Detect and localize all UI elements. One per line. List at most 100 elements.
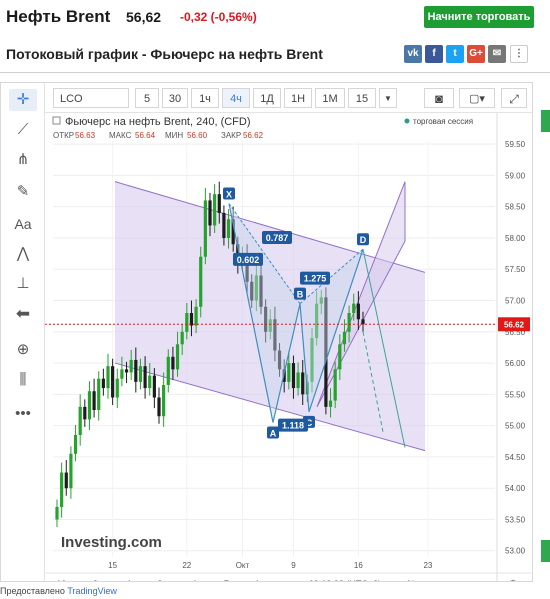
email-share-icon[interactable]: ✉ — [488, 45, 506, 63]
candle-body — [148, 375, 152, 389]
text-tool-icon[interactable]: Aa — [9, 213, 37, 235]
page: { "header": { "instrument": "Нефть Brent… — [0, 0, 550, 599]
more-share-icon[interactable]: ⋮ — [510, 45, 528, 63]
chart-section-title: Потоковый график - Фьючерс на нефть Bren… — [6, 46, 323, 62]
price-chart[interactable]: 53.0053.5054.0054.5055.0055.5056.0056.50… — [45, 113, 532, 590]
candle-body — [97, 378, 101, 410]
more-tools-icon[interactable]: ••• — [9, 403, 37, 425]
ohlc-value: 56.62 — [243, 131, 264, 140]
scale-option: авто — [470, 579, 489, 581]
y-tick-label: 57.50 — [505, 265, 526, 274]
candle-body — [143, 366, 147, 389]
interval-1d[interactable]: 1Д — [253, 88, 281, 108]
zoom-icon[interactable]: ⊕ — [9, 339, 37, 361]
symbol-input[interactable]: LCO — [53, 88, 129, 108]
measure-tool-icon[interactable]: ⊥ — [9, 273, 37, 295]
y-tick-label: 54.00 — [505, 484, 526, 493]
candle-body — [338, 344, 342, 370]
crosshair-icon[interactable]: ✛ — [9, 89, 37, 111]
instrument-name: Нефть Brent — [6, 7, 111, 26]
side-ad-strip — [541, 110, 550, 132]
candle-body — [120, 369, 124, 379]
ohlc-label: ЗАКР — [221, 131, 241, 140]
x-tick-label: 22 — [182, 561, 191, 570]
candle-body — [69, 453, 73, 489]
interval-1h[interactable]: 1ч — [191, 88, 219, 108]
y-tick-label: 53.00 — [505, 547, 526, 556]
y-tick-label: 58.50 — [505, 203, 526, 212]
range-button: 7д — [224, 579, 235, 581]
candle-body — [111, 366, 115, 398]
drawing-toolbar: ✛ ⟋ ⋔ ✎ Aa ⋀ ⊥ ⬅ ⊕ ⫼ ••• — [1, 83, 45, 581]
candle-body — [87, 391, 92, 420]
interval-1w[interactable]: 1Н — [284, 88, 312, 108]
session-label: торговая сессия — [413, 117, 473, 126]
y-tick-label: 56.00 — [505, 359, 526, 368]
start-trading-button[interactable]: Начните торговать — [424, 6, 534, 28]
candle-body — [171, 356, 175, 370]
ohlc-value: 56.64 — [135, 131, 156, 140]
ruler-icon[interactable]: ⫼ — [9, 369, 37, 391]
candle-body — [352, 303, 356, 314]
pattern-tool-icon[interactable]: ⋀ — [9, 243, 37, 265]
ohlc-label: МАКС — [109, 131, 132, 140]
candle-body — [60, 472, 64, 507]
candle-body — [361, 319, 365, 325]
scale-option: % — [407, 579, 415, 581]
y-tick-label: 57.00 — [505, 297, 526, 306]
side-ad-strip-bottom — [541, 540, 550, 562]
fullscreen-icon[interactable]: ⤢ — [501, 88, 527, 108]
facebook-share-icon[interactable]: f — [425, 45, 443, 63]
candle-body — [342, 331, 347, 345]
interval-5[interactable]: 5 — [135, 88, 159, 108]
interval-4h[interactable]: 4ч — [222, 88, 250, 108]
x-tick-label: 16 — [354, 561, 363, 570]
tradingview-link[interactable]: TradingView — [67, 586, 117, 596]
vk-share-icon[interactable]: vk — [404, 45, 422, 63]
pattern-point-label: X — [226, 190, 232, 200]
price-change: -0,32 (-0,56%) — [180, 10, 257, 24]
pattern-point-label: A — [270, 429, 277, 439]
interval-30[interactable]: 30 — [162, 88, 188, 108]
candle-body — [101, 378, 105, 389]
interval-dropdown-icon[interactable]: ▼ — [379, 88, 397, 108]
back-arrow-icon[interactable]: ⬅ — [9, 303, 37, 325]
candle-body — [226, 219, 231, 238]
candle-body — [106, 366, 110, 389]
candle-body — [129, 359, 133, 373]
brush-icon[interactable]: ✎ — [9, 181, 37, 203]
candle-body — [78, 406, 82, 436]
interval-1m[interactable]: 1М — [315, 88, 345, 108]
candle-body — [138, 366, 143, 382]
y-tick-label: 55.00 — [505, 422, 526, 431]
camera-icon[interactable]: ◙ — [424, 88, 454, 108]
investing-watermark: Investing.com — [61, 534, 162, 551]
color-picker-button[interactable]: ▢▾ — [459, 88, 495, 108]
candle-body — [328, 400, 333, 407]
x-tick-label: Окт — [236, 561, 250, 570]
chart-area[interactable]: 53.00 53.50 54.00 54.50 55.00 55.50 56.00 56.50… — [45, 113, 532, 590]
google-plus-share-icon[interactable]: G+ — [467, 45, 485, 63]
candle-body — [162, 384, 166, 417]
candle-body — [356, 303, 360, 320]
range-button: 3г — [93, 579, 102, 581]
candle-body — [287, 363, 291, 382]
candle-body — [222, 212, 226, 238]
chart-section-header: Потоковый график - Фьючерс на нефть Bren… — [0, 40, 550, 70]
x-tick-label: 9 — [291, 561, 296, 570]
twitter-share-icon[interactable]: t — [446, 45, 464, 63]
interval-15[interactable]: 15 — [348, 88, 376, 108]
ohlc-value: 56.63 — [75, 131, 96, 140]
chart-toolbar: LCO 5 30 1ч 4ч 1Д 1Н 1М 15 ▼ ◙ ▢▾ ⤢ — [45, 83, 532, 113]
y-tick-label: 58.00 — [505, 234, 526, 243]
scale-option: лог — [436, 579, 450, 581]
trend-line-icon[interactable]: ⟋ — [9, 119, 37, 141]
candle-body — [92, 391, 96, 410]
y-tick-label: 55.50 — [505, 390, 526, 399]
range-button: 3м — [157, 579, 168, 581]
candle-body — [55, 506, 59, 520]
pitchfork-icon[interactable]: ⋔ — [9, 149, 37, 171]
settings-gear-icon: ⚙ — [509, 579, 518, 581]
range-button: 1м — [192, 579, 203, 581]
candle-body — [296, 372, 300, 389]
